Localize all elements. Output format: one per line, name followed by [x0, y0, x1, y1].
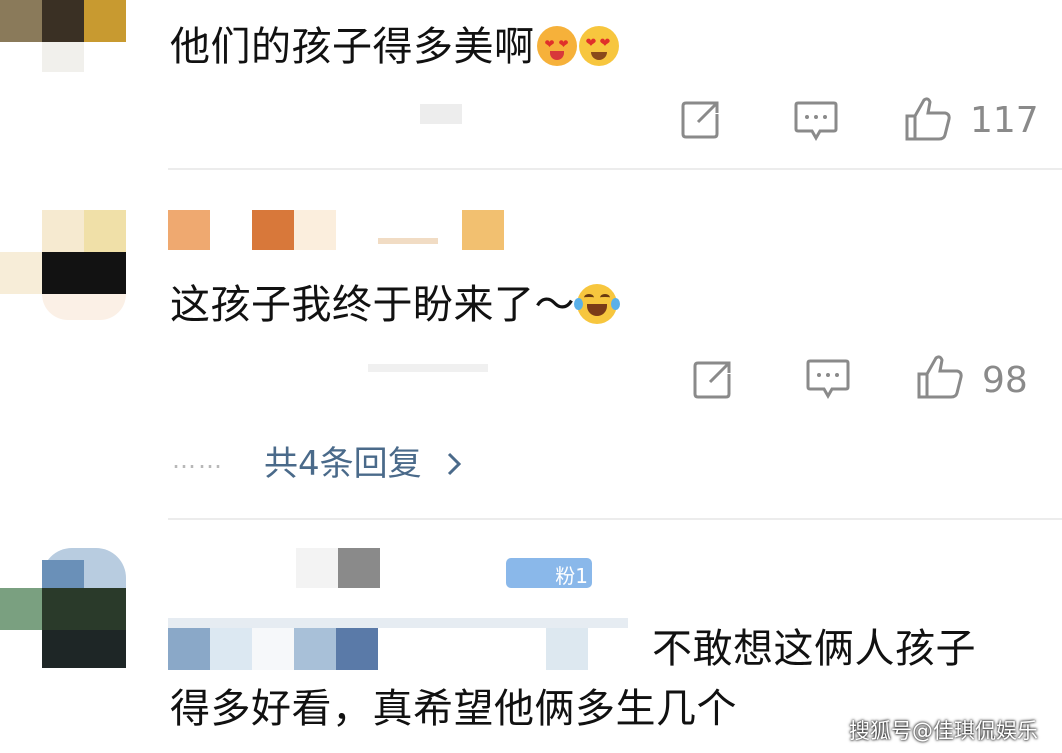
- thumbs-up-icon: [917, 355, 963, 399]
- avatar[interactable]: [0, 0, 126, 72]
- watermark: 搜狐号@佳琪侃娱乐: [849, 719, 1038, 743]
- laughing-tears-emoji: [574, 284, 620, 324]
- share-icon: [681, 101, 719, 139]
- comment-icon: [794, 101, 838, 142]
- share-button[interactable]: [692, 360, 734, 400]
- view-replies-label: 共4条回复: [264, 444, 422, 484]
- fan-badge: 粉1: [506, 558, 592, 588]
- comment-meta-blurred: [420, 104, 462, 124]
- like-button[interactable]: [904, 96, 952, 142]
- view-replies-link[interactable]: 共4条回复: [264, 436, 462, 485]
- divider: [168, 518, 1062, 520]
- comment-icon: [806, 359, 850, 400]
- heart-eyes-tongue-emoji: ❤ ❤: [536, 26, 577, 66]
- like-button[interactable]: [916, 354, 964, 400]
- comment-text: 他们的孩子得多美啊 ❤ ❤ ❤ ❤: [170, 14, 619, 72]
- comment-body: 这孩子我终于盼来了～: [170, 282, 575, 328]
- comment-text: 这孩子我终于盼来了～: [170, 272, 620, 330]
- comment-body: 他们的孩子得多美啊: [170, 24, 535, 70]
- heart-eyes-emoji: ❤ ❤: [578, 26, 619, 66]
- username-blurred[interactable]: [168, 210, 508, 250]
- replies-dots: ……: [172, 446, 224, 474]
- reply-button[interactable]: [794, 100, 838, 142]
- like-count: 98: [982, 360, 1028, 401]
- reply-button[interactable]: [806, 358, 850, 400]
- fan-badge-label: 粉1: [555, 564, 588, 588]
- avatar[interactable]: [0, 548, 126, 668]
- mention-blurred: [168, 618, 638, 674]
- share-icon: [693, 361, 731, 399]
- avatar[interactable]: [0, 210, 126, 320]
- thumbs-up-icon: [905, 97, 951, 141]
- share-button[interactable]: [680, 100, 722, 140]
- divider: [168, 168, 1062, 170]
- comment-meta-blurred: [368, 364, 488, 372]
- comment-text-line1: 不敢想这俩人孩子: [652, 626, 976, 672]
- comment-text-line2: 得多好看，真希望他俩多生几个: [170, 686, 737, 732]
- like-count: 117: [970, 100, 1039, 141]
- chevron-right-icon: [448, 452, 462, 476]
